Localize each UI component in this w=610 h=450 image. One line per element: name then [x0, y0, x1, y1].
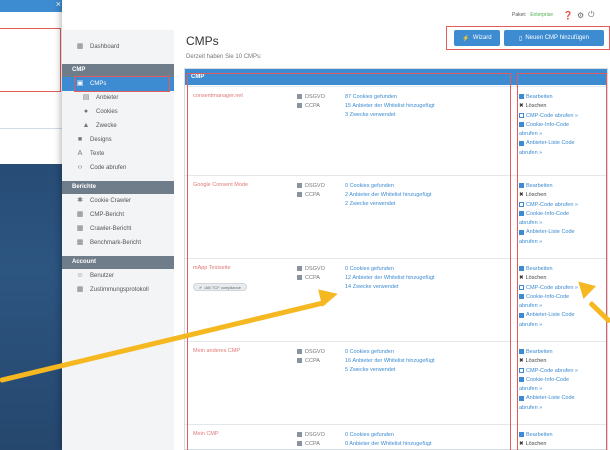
cmp-table: CMP consentmanager.net DSGVO CCPA 87 Cookie… [184, 68, 608, 450]
sidebar-item-cmp-bericht[interactable]: ▦ CMP-Bericht [62, 208, 174, 222]
sidebar-item-label: CMP-Bericht [90, 212, 125, 218]
sidebar-item-label: Cookie Crawler [90, 198, 132, 204]
wizard-button[interactable]: ⚡ Wizard [454, 30, 500, 46]
power-icon[interactable]: ⏻ [588, 10, 594, 20]
report-icon: ▦ [76, 211, 84, 218]
background-window-panel [0, 128, 64, 164]
bolt-icon: ⚡ [462, 35, 470, 42]
sidebar-item-zustimmungsprotokoll[interactable]: ▦ Zustimmungsprotokoll [62, 283, 174, 297]
page-subtitle: Derzeit haben Sie 10 CMPs: [186, 54, 262, 60]
add-cmp-button-label: Neuen CMP hinzufügen [525, 35, 589, 41]
highlight-frame [74, 76, 170, 92]
document-icon: ▯ [519, 35, 523, 42]
sidebar-item-cookies[interactable]: ● Cookies [62, 105, 174, 119]
sidebar-item-label: Texte [90, 151, 105, 157]
close-icon[interactable]: × [56, 0, 61, 9]
tag-icon: ▲ [82, 122, 90, 129]
report-icon: ▦ [76, 225, 84, 232]
plan-value: Enterprise [530, 12, 553, 18]
sidebar-item-label: Code abrufen [90, 165, 127, 171]
sidebar-item-label: Zustimmungsprotokoll [90, 287, 149, 293]
sidebar-item-label: Dashboard [90, 44, 120, 50]
sidebar-item-label: Cookies [96, 109, 118, 115]
sidebar-item-designs[interactable]: ■ Designs [62, 133, 174, 147]
report-icon: ▦ [76, 239, 84, 246]
background-window-highlight [0, 28, 61, 92]
sidebar-item-label: Zwecke [96, 123, 117, 129]
sidebar-item-benutzer[interactable]: ☺ Benutzer [62, 269, 174, 283]
highlight-frame [187, 73, 511, 450]
sidebar-item-dashboard[interactable]: ▦ Dashboard [62, 40, 174, 54]
users-icon: ☺ [76, 272, 84, 279]
sidebar-item-label: Crawler-Bericht [90, 226, 132, 232]
top-status-bar: Paket: Enterprise ❓ ⚙ ⏻ [512, 8, 610, 22]
background-window: × [0, 0, 64, 128]
code-icon: ‹› [77, 164, 83, 171]
sidebar-section-berichte: Berichte [62, 181, 174, 194]
add-cmp-button[interactable]: ▯ Neuen CMP hinzufügen [504, 30, 604, 46]
app-window: Paket: Enterprise ❓ ⚙ ⏻ ▦ Dashboard CMP … [62, 0, 610, 450]
sidebar-item-cookie-crawler[interactable]: ✱ Cookie Crawler [62, 194, 174, 208]
bug-icon: ✱ [77, 197, 83, 204]
highlight-frame [517, 73, 607, 450]
wizard-button-label: Wizard [472, 35, 492, 41]
sidebar-item-anbieter[interactable]: ▤ Anbieter [62, 91, 174, 105]
help-icon[interactable]: ❓ [563, 11, 573, 20]
sidebar-item-label: Benutzer [90, 273, 115, 279]
text-icon: A [77, 150, 83, 157]
gear-icon[interactable]: ⚙ [577, 11, 584, 20]
sidebar-item-label: Anbieter [96, 95, 119, 101]
page-title: CMPs [186, 34, 219, 48]
plan-label: Paket: [512, 12, 527, 18]
sidebar-item-crawler-bericht[interactable]: ▦ Crawler-Bericht [62, 222, 174, 236]
sidebar-item-texte[interactable]: A Texte [62, 147, 174, 161]
log-icon: ▦ [76, 286, 84, 293]
brush-icon: ■ [77, 136, 83, 143]
sidebar-item-label: Benchmark-Bericht [90, 240, 142, 246]
grid-icon: ▦ [76, 43, 84, 50]
sidebar-section-account: Account [62, 256, 174, 269]
sidebar-item-code-abrufen[interactable]: ‹› Code abrufen [62, 161, 174, 175]
sidebar-item-label: Designs [90, 137, 112, 143]
list-icon: ▤ [82, 94, 90, 101]
background-window-titlebar: × [0, 0, 63, 12]
sidebar: ▦ Dashboard CMP ▣ CMPs ▤ Anbieter ● Cook… [62, 30, 174, 450]
cookie-icon: ● [83, 108, 89, 115]
sidebar-item-benchmark-bericht[interactable]: ▦ Benchmark-Bericht [62, 236, 174, 250]
sidebar-item-zwecke[interactable]: ▲ Zwecke [62, 119, 174, 133]
sidebar-item-cmps[interactable]: ▣ CMPs [62, 76, 174, 92]
